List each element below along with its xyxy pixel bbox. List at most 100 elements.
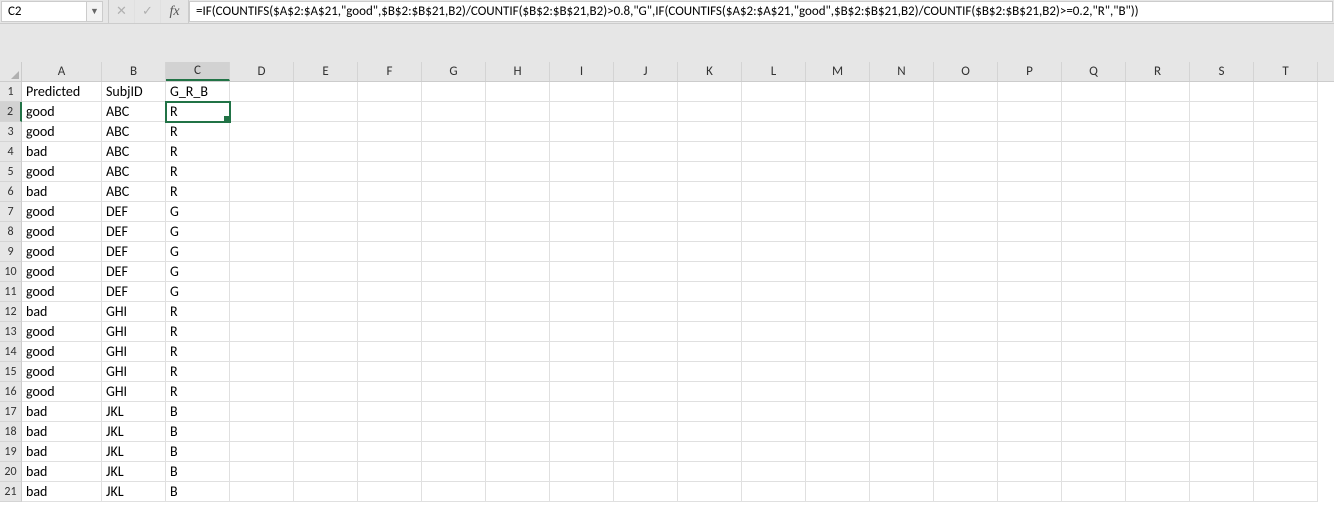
cell-R3[interactable] xyxy=(1126,122,1190,142)
cell-G5[interactable] xyxy=(422,162,486,182)
row-header[interactable]: 15 xyxy=(0,362,22,382)
cell-J20[interactable] xyxy=(614,462,678,482)
cell-N15[interactable] xyxy=(870,362,934,382)
column-header-A[interactable]: A xyxy=(22,62,102,81)
cell-D5[interactable] xyxy=(230,162,294,182)
cell-D2[interactable] xyxy=(230,102,294,122)
cell-R11[interactable] xyxy=(1126,282,1190,302)
cell-E11[interactable] xyxy=(294,282,358,302)
enter-icon[interactable]: ✓ xyxy=(135,0,161,23)
cell-M17[interactable] xyxy=(806,402,870,422)
cell-A11[interactable]: good xyxy=(22,282,102,302)
column-header-Q[interactable]: Q xyxy=(1062,62,1126,81)
row-header[interactable]: 13 xyxy=(0,322,22,342)
cell-C5[interactable]: R xyxy=(166,162,230,182)
cell-N4[interactable] xyxy=(870,142,934,162)
cell-C4[interactable]: R xyxy=(166,142,230,162)
cell-L8[interactable] xyxy=(742,222,806,242)
cell-K16[interactable] xyxy=(678,382,742,402)
cell-T7[interactable] xyxy=(1254,202,1318,222)
cell-R10[interactable] xyxy=(1126,262,1190,282)
cell-Q13[interactable] xyxy=(1062,322,1126,342)
cell-K18[interactable] xyxy=(678,422,742,442)
cell-H14[interactable] xyxy=(486,342,550,362)
cancel-icon[interactable]: ✕ xyxy=(109,0,135,23)
cell-J14[interactable] xyxy=(614,342,678,362)
cell-O18[interactable] xyxy=(934,422,998,442)
cell-T12[interactable] xyxy=(1254,302,1318,322)
cell-A16[interactable]: good xyxy=(22,382,102,402)
cell-B4[interactable]: ABC xyxy=(102,142,166,162)
cell-G9[interactable] xyxy=(422,242,486,262)
cell-H11[interactable] xyxy=(486,282,550,302)
cell-R16[interactable] xyxy=(1126,382,1190,402)
cell-D9[interactable] xyxy=(230,242,294,262)
cell-G7[interactable] xyxy=(422,202,486,222)
cell-E4[interactable] xyxy=(294,142,358,162)
cell-M10[interactable] xyxy=(806,262,870,282)
cell-K20[interactable] xyxy=(678,462,742,482)
cell-F7[interactable] xyxy=(358,202,422,222)
cell-Q20[interactable] xyxy=(1062,462,1126,482)
cell-H2[interactable] xyxy=(486,102,550,122)
cell-L4[interactable] xyxy=(742,142,806,162)
cell-R12[interactable] xyxy=(1126,302,1190,322)
cell-L17[interactable] xyxy=(742,402,806,422)
cell-H6[interactable] xyxy=(486,182,550,202)
cell-C14[interactable]: R xyxy=(166,342,230,362)
cell-I9[interactable] xyxy=(550,242,614,262)
cell-M15[interactable] xyxy=(806,362,870,382)
cell-O6[interactable] xyxy=(934,182,998,202)
cell-P2[interactable] xyxy=(998,102,1062,122)
cell-L11[interactable] xyxy=(742,282,806,302)
cell-D18[interactable] xyxy=(230,422,294,442)
cell-N10[interactable] xyxy=(870,262,934,282)
cell-I18[interactable] xyxy=(550,422,614,442)
cell-S9[interactable] xyxy=(1190,242,1254,262)
row-header[interactable]: 10 xyxy=(0,262,22,282)
cell-D4[interactable] xyxy=(230,142,294,162)
cell-I12[interactable] xyxy=(550,302,614,322)
cell-K8[interactable] xyxy=(678,222,742,242)
cell-D11[interactable] xyxy=(230,282,294,302)
cell-N2[interactable] xyxy=(870,102,934,122)
cell-J5[interactable] xyxy=(614,162,678,182)
cell-H10[interactable] xyxy=(486,262,550,282)
cell-M18[interactable] xyxy=(806,422,870,442)
column-header-R[interactable]: R xyxy=(1126,62,1190,81)
cell-S14[interactable] xyxy=(1190,342,1254,362)
cell-P4[interactable] xyxy=(998,142,1062,162)
cell-K3[interactable] xyxy=(678,122,742,142)
cell-C6[interactable]: R xyxy=(166,182,230,202)
cell-O17[interactable] xyxy=(934,402,998,422)
row-header[interactable]: 19 xyxy=(0,442,22,462)
cell-F1[interactable] xyxy=(358,82,422,102)
column-header-J[interactable]: J xyxy=(614,62,678,81)
cell-O13[interactable] xyxy=(934,322,998,342)
cell-T18[interactable] xyxy=(1254,422,1318,442)
cell-K11[interactable] xyxy=(678,282,742,302)
cell-I17[interactable] xyxy=(550,402,614,422)
cell-B5[interactable]: ABC xyxy=(102,162,166,182)
cell-T13[interactable] xyxy=(1254,322,1318,342)
cell-I2[interactable] xyxy=(550,102,614,122)
cell-I5[interactable] xyxy=(550,162,614,182)
cell-B13[interactable]: GHI xyxy=(102,322,166,342)
cell-L16[interactable] xyxy=(742,382,806,402)
cell-R17[interactable] xyxy=(1126,402,1190,422)
cell-F18[interactable] xyxy=(358,422,422,442)
cell-B14[interactable]: GHI xyxy=(102,342,166,362)
cell-E2[interactable] xyxy=(294,102,358,122)
cell-G16[interactable] xyxy=(422,382,486,402)
cell-A1[interactable]: Predicted xyxy=(22,82,102,102)
cell-R18[interactable] xyxy=(1126,422,1190,442)
cell-K15[interactable] xyxy=(678,362,742,382)
cell-D15[interactable] xyxy=(230,362,294,382)
row-header[interactable]: 3 xyxy=(0,122,22,142)
cell-C1[interactable]: G_R_B xyxy=(166,82,230,102)
formula-input[interactable]: =IF(COUNTIFS($A$2:$A$21,"good",$B$2:$B$2… xyxy=(189,1,1333,22)
cell-F5[interactable] xyxy=(358,162,422,182)
cell-J13[interactable] xyxy=(614,322,678,342)
cell-T21[interactable] xyxy=(1254,482,1318,502)
cell-B7[interactable]: DEF xyxy=(102,202,166,222)
